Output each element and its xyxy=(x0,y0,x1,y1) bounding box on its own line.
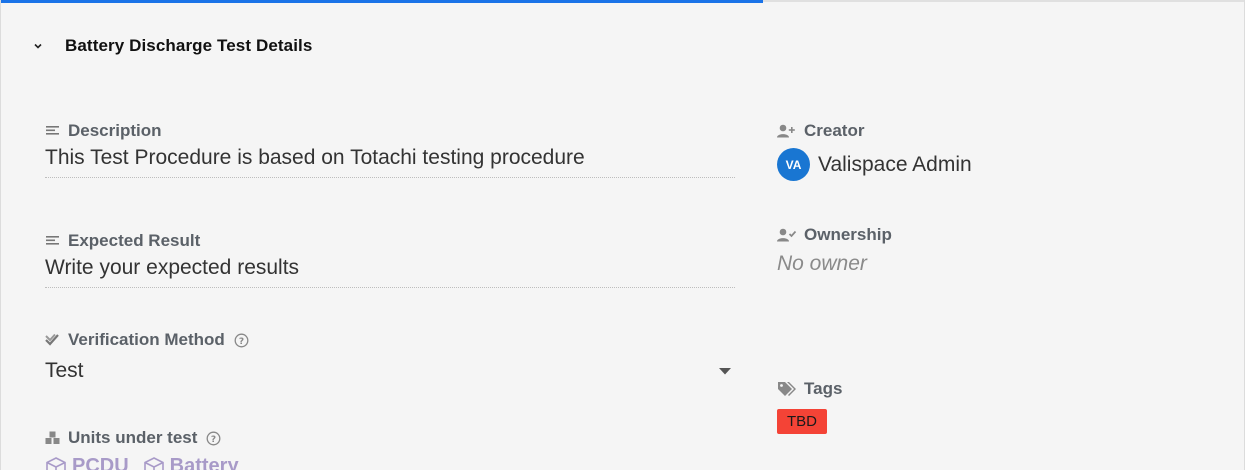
verification-method-label: Verification Method xyxy=(68,330,225,349)
ownership-select[interactable]: No owner xyxy=(777,252,892,276)
help-icon[interactable]: ? xyxy=(234,333,249,348)
cube-icon xyxy=(46,456,66,470)
description-value: This Test Procedure is based on Totachi … xyxy=(45,146,585,169)
text-lines-icon xyxy=(45,123,61,139)
test-details-panel: Battery Discharge Test Details Descripti… xyxy=(0,0,1245,470)
cube-icon xyxy=(143,456,164,470)
add-person-icon xyxy=(777,123,797,139)
ownership-value: No owner xyxy=(777,252,867,275)
tags-label: Tags xyxy=(804,379,843,398)
creator-label: Creator xyxy=(804,121,865,140)
units-under-test-label: Units under test xyxy=(68,428,198,447)
verification-method-value: Test xyxy=(45,359,84,382)
chevron-down-icon[interactable] xyxy=(31,39,45,53)
expected-result-input[interactable]: Write your expected results xyxy=(45,256,735,288)
expected-result-field: Expected Result Write your expected resu… xyxy=(45,230,735,288)
verification-method-field: Verification Method ? Test xyxy=(45,329,735,383)
double-check-icon xyxy=(45,332,61,348)
tags-field: Tags TBD xyxy=(777,378,842,434)
ownership-field: Ownership No owner xyxy=(777,224,892,276)
tags-list: TBD xyxy=(777,409,842,434)
section-header[interactable]: Battery Discharge Test Details xyxy=(31,36,312,56)
svg-text:?: ? xyxy=(211,435,216,445)
svg-text:?: ? xyxy=(239,337,244,347)
section-title: Battery Discharge Test Details xyxy=(65,36,313,55)
cubes-icon xyxy=(45,430,61,446)
expected-result-value: Write your expected results xyxy=(45,256,300,279)
units-list: PCDU Battery xyxy=(45,455,253,470)
unit-label: Battery xyxy=(169,455,239,470)
verification-method-select[interactable]: Test xyxy=(45,359,735,383)
creator-field: Creator VA Valispace Admin xyxy=(777,120,972,181)
tags-icon xyxy=(777,381,797,397)
person-check-icon xyxy=(777,227,797,243)
progress-bar xyxy=(1,0,763,3)
help-icon[interactable]: ? xyxy=(206,431,221,446)
description-label: Description xyxy=(68,121,162,140)
unit-chip[interactable]: Battery xyxy=(143,455,239,470)
unit-chip[interactable]: PCDU xyxy=(45,455,129,470)
expected-result-label: Expected Result xyxy=(68,231,201,250)
units-under-test-field: Units under test ? PCDU Battery xyxy=(45,427,253,470)
tag-tbd[interactable]: TBD xyxy=(777,409,827,434)
dropdown-arrow-icon[interactable] xyxy=(719,362,731,380)
avatar: VA xyxy=(777,148,810,181)
creator-name: Valispace Admin xyxy=(818,152,972,176)
creator-user[interactable]: VA Valispace Admin xyxy=(777,148,972,181)
unit-label: PCDU xyxy=(72,455,129,470)
description-input[interactable]: This Test Procedure is based on Totachi … xyxy=(45,146,735,178)
description-field: Description This Test Procedure is based… xyxy=(45,120,735,178)
ownership-label: Ownership xyxy=(804,225,892,244)
text-lines-icon xyxy=(45,233,61,249)
